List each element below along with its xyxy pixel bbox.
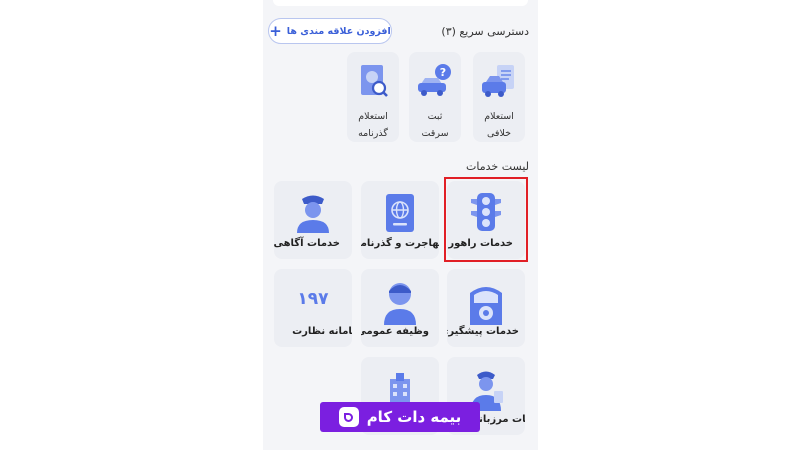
passport-globe-icon bbox=[386, 194, 414, 232]
hotline-197-icon: ۱۹۷ bbox=[297, 289, 329, 309]
service-197-hotline[interactable]: ۱۹۷ سامانه نظارت bbox=[274, 269, 352, 347]
quick-access-title: دسترسی سریع (۳) bbox=[441, 25, 529, 38]
add-favorites-label: افزودن علاقه مندی ها bbox=[286, 25, 391, 37]
service-military-duty[interactable]: وظیفه عمومی bbox=[361, 269, 439, 347]
service-traffic-police[interactable]: خدمات راهور bbox=[447, 181, 525, 259]
search-bar-edge bbox=[273, 0, 528, 6]
service-label: خدمات راهور bbox=[448, 238, 513, 249]
services-title: لیست خدمات bbox=[466, 160, 529, 173]
quick-label: ثبت سرقت bbox=[421, 111, 449, 139]
quick-label: استعلام خلافی bbox=[484, 111, 514, 139]
brand-text: بیمه دات کام bbox=[366, 408, 462, 426]
service-label: مهاجرت و گذرنامه bbox=[361, 238, 439, 249]
service-prevention[interactable]: خدمات پیشگیری bbox=[447, 269, 525, 347]
service-immigration-passport[interactable]: مهاجرت و گذرنامه bbox=[361, 181, 439, 259]
soldier-avatar-icon bbox=[384, 283, 416, 325]
service-label: خدمات آگاهی bbox=[274, 238, 340, 249]
service-label: سامانه نظارت bbox=[292, 326, 352, 337]
car-question-icon: ? bbox=[418, 64, 451, 96]
brand-watermark: بیمه دات کام bbox=[320, 402, 480, 432]
service-label: خدمات پیشگیری bbox=[447, 326, 519, 337]
service-label: وظیفه عمومی bbox=[361, 326, 429, 337]
plus-icon: + bbox=[269, 21, 282, 40]
bimeh-logo-icon bbox=[338, 407, 359, 427]
traffic-fine-receipt-icon bbox=[482, 65, 514, 97]
svg-text:?: ? bbox=[440, 66, 446, 79]
police-officer-icon bbox=[297, 195, 329, 233]
service-investigation[interactable]: خدمات آگاهی bbox=[274, 181, 352, 259]
passport-search-icon bbox=[361, 65, 388, 97]
add-favorites-button[interactable]: افزودن علاقه مندی ها + bbox=[268, 18, 392, 44]
police-station-badge-icon bbox=[470, 287, 502, 325]
quick-item-traffic-fines[interactable]: استعلام خلافی bbox=[473, 52, 525, 142]
quick-item-passport-inquiry[interactable]: استعلام گذرنامه bbox=[347, 52, 399, 142]
quick-item-theft-report[interactable]: ? ثبت سرقت bbox=[409, 52, 461, 142]
app-screen: دسترسی سریع (۳) افزودن علاقه مندی ها + ا… bbox=[263, 0, 538, 450]
quick-label: استعلام گذرنامه bbox=[358, 111, 388, 139]
traffic-light-icon bbox=[471, 193, 501, 231]
